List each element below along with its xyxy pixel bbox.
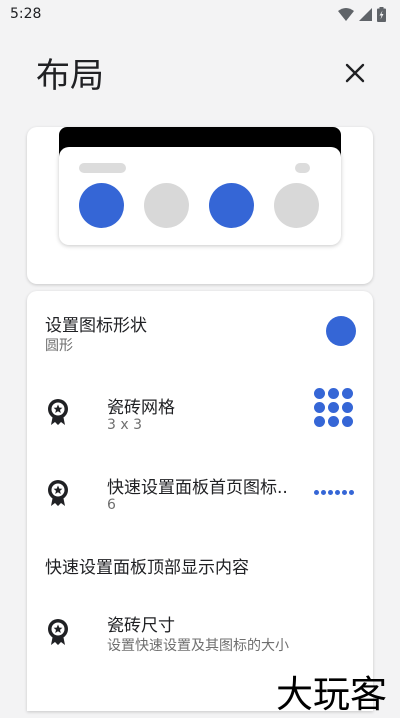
grid-dot: [314, 416, 325, 427]
award-badge-icon: [48, 399, 68, 425]
setting-title: 快速设置面板首页图标..: [107, 478, 288, 498]
settings-list: 设置图标形状 圆形 瓷砖网格 3 x 3 快速设置面板首页图标.. 6 快速设置…: [27, 291, 373, 711]
setting-tile-grid[interactable]: 瓷砖网格 3 x 3: [27, 375, 373, 455]
page-title: 布局: [36, 56, 104, 96]
grid-dot: [328, 416, 339, 427]
status-icons: [338, 6, 386, 22]
grid-dot: [342, 416, 353, 427]
count-dot: [342, 490, 347, 495]
preview-tile: [274, 183, 319, 228]
icon-shape-circle-preview: [326, 316, 356, 346]
count-dot: [335, 490, 340, 495]
wifi-icon: [338, 7, 354, 21]
setting-value: 圆形: [45, 338, 73, 354]
status-bar: 5:28: [0, 0, 400, 28]
setting-first-page-icons[interactable]: 快速设置面板首页图标.. 6: [27, 457, 373, 537]
award-badge-icon: [48, 480, 68, 506]
grid-dot: [314, 388, 325, 399]
grid-dot: [314, 402, 325, 413]
close-icon: [345, 63, 365, 83]
setting-top-content[interactable]: 快速设置面板顶部显示内容: [27, 541, 373, 591]
setting-value: 6: [107, 497, 116, 513]
setting-value: 3 x 3: [107, 417, 142, 433]
preview-tile: [209, 183, 254, 228]
preview-tile: [144, 183, 189, 228]
setting-title: 瓷砖尺寸: [107, 616, 175, 636]
preview-quick-settings-panel: [59, 147, 341, 245]
preview-header-pill: [79, 163, 126, 173]
watermark: 大玩客: [276, 673, 387, 716]
setting-icon-shape[interactable]: 设置图标形状 圆形: [27, 291, 373, 371]
preview-tile: [79, 183, 124, 228]
setting-title: 设置图标形状: [45, 316, 147, 336]
status-time: 5:28: [10, 6, 42, 22]
grid-dot: [328, 402, 339, 413]
close-button[interactable]: [338, 56, 372, 90]
setting-value: 设置快速设置及其图标的大小: [107, 638, 289, 654]
grid-dot: [342, 388, 353, 399]
grid-dot: [342, 402, 353, 413]
count-dot: [349, 490, 354, 495]
setting-title: 瓷砖网格: [107, 398, 175, 418]
count-dot: [321, 490, 326, 495]
setting-title: 快速设置面板顶部显示内容: [45, 558, 249, 578]
icon-count-preview: [314, 490, 354, 495]
count-dot: [314, 490, 319, 495]
cellular-signal-icon: [359, 7, 372, 21]
layout-preview: [27, 127, 373, 284]
battery-charging-icon: [377, 6, 386, 22]
grid-dot: [328, 388, 339, 399]
count-dot: [328, 490, 333, 495]
preview-header-pill-small: [295, 163, 310, 173]
tile-grid-preview: [314, 388, 353, 427]
award-badge-icon: [48, 619, 68, 645]
